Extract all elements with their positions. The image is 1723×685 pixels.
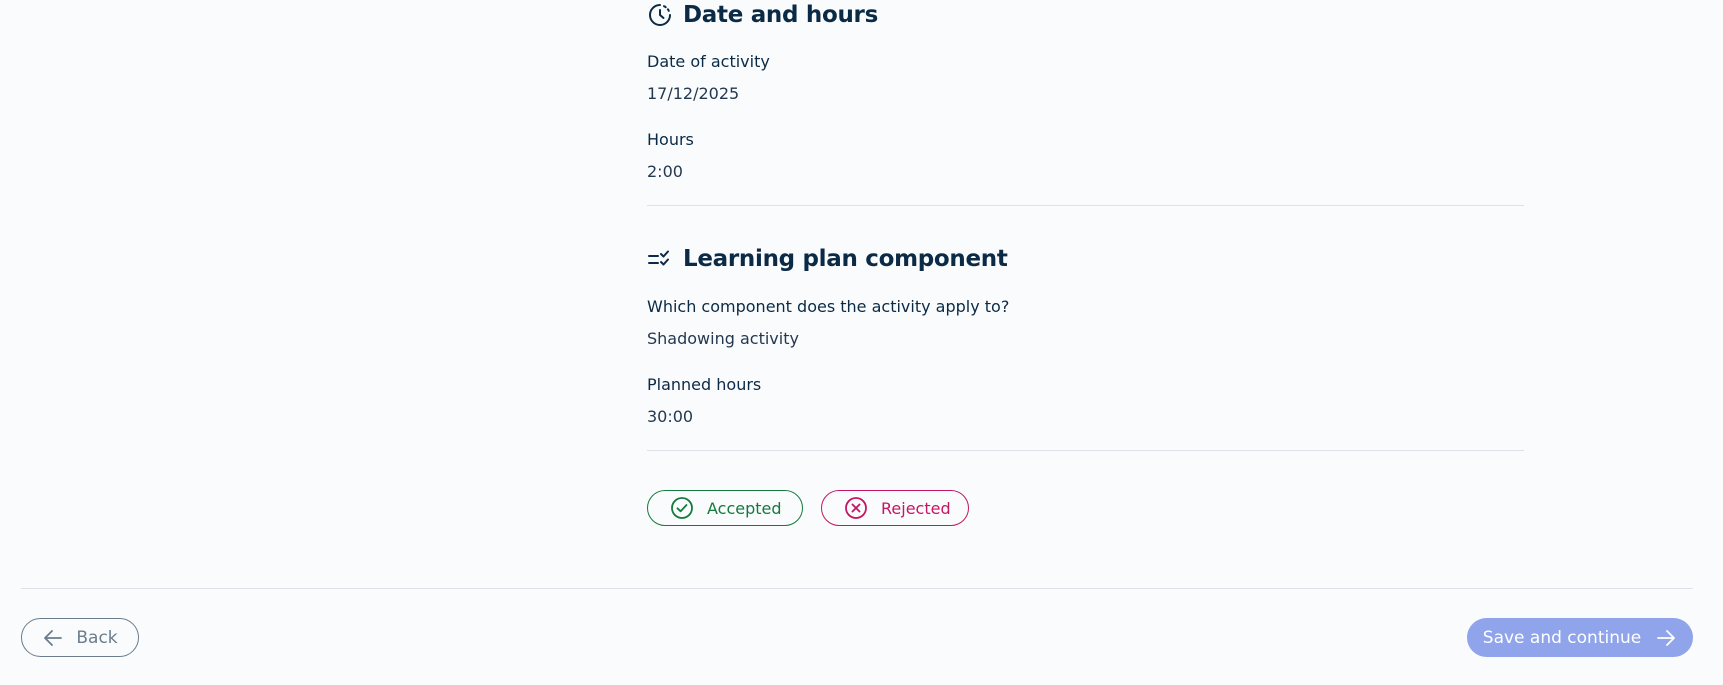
- hours-label: Hours: [647, 130, 694, 149]
- arrow-right-icon: [1655, 627, 1677, 649]
- date-of-activity-value: 17/12/2025: [647, 84, 740, 103]
- save-and-continue-button[interactable]: Save and continue: [1467, 618, 1693, 657]
- accepted-label: Accepted: [707, 498, 782, 518]
- footer-divider: [21, 588, 1693, 589]
- back-button[interactable]: Back: [21, 618, 139, 657]
- checklist-icon: [647, 246, 673, 272]
- hours-value: 2:00: [647, 162, 683, 181]
- x-circle-icon: [844, 496, 868, 520]
- back-label: Back: [76, 627, 118, 648]
- rejected-label: Rejected: [881, 498, 951, 518]
- section-divider: [647, 450, 1524, 451]
- date-of-activity-label: Date of activity: [647, 52, 770, 71]
- component-question-label: Which component does the activity apply …: [647, 297, 1010, 316]
- component-value: Shadowing activity: [647, 329, 799, 348]
- planned-hours-value: 30:00: [647, 407, 694, 426]
- learning-plan-heading: Learning plan component: [647, 245, 1008, 273]
- accepted-status-button[interactable]: Accepted: [647, 490, 803, 526]
- section-title: Date and hours: [683, 2, 878, 28]
- check-circle-icon: [670, 496, 694, 520]
- date-hours-heading: Date and hours: [647, 1, 878, 29]
- section-title: Learning plan component: [683, 246, 1008, 272]
- arrow-left-icon: [42, 627, 64, 649]
- rejected-status-button[interactable]: Rejected: [821, 490, 969, 526]
- save-label: Save and continue: [1482, 627, 1642, 648]
- planned-hours-label: Planned hours: [647, 375, 762, 394]
- section-divider: [647, 205, 1524, 206]
- clock-icon: [647, 2, 673, 28]
